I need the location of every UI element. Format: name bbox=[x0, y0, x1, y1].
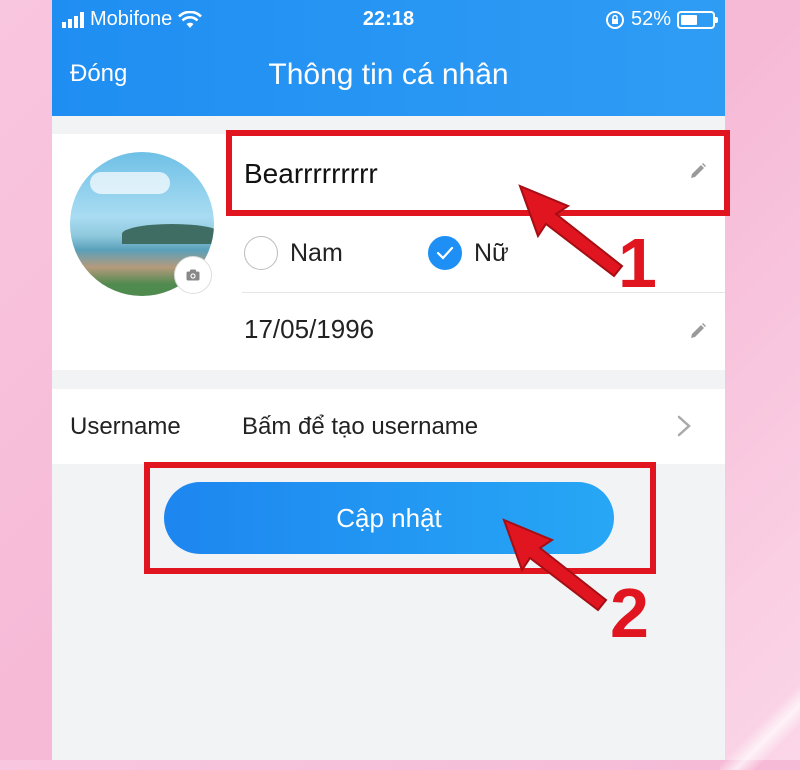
avatar-cloud bbox=[90, 172, 170, 194]
highlight-box-name bbox=[226, 130, 730, 216]
date-of-birth-row[interactable]: 17/05/1996 bbox=[242, 292, 725, 370]
rotation-lock-icon bbox=[605, 10, 624, 29]
app-header: Mobifone 22:18 52% Đóng Thông tin cá nhâ… bbox=[52, 0, 725, 116]
gender-option-male[interactable]: Nam bbox=[244, 236, 343, 270]
checkmark-icon bbox=[436, 246, 454, 260]
page-title: Thông tin cá nhân bbox=[268, 58, 509, 91]
radio-unchecked-icon bbox=[244, 236, 278, 270]
annotation-arrow-1 bbox=[518, 184, 624, 278]
change-photo-button[interactable] bbox=[174, 256, 212, 294]
battery-icon bbox=[677, 10, 718, 29]
username-row[interactable]: Username Bấm để tạo username bbox=[52, 389, 725, 464]
gender-option-female[interactable]: Nữ bbox=[428, 236, 509, 270]
annotation-arrow-2 bbox=[502, 518, 608, 612]
chevron-right-icon bbox=[677, 415, 691, 437]
annotation-number-1: 1 bbox=[618, 224, 657, 302]
camera-icon bbox=[186, 269, 200, 281]
radio-checked-icon bbox=[428, 236, 462, 270]
username-value: Bấm để tạo username bbox=[242, 413, 479, 440]
username-label: Username bbox=[70, 413, 181, 440]
status-right: 52% bbox=[605, 8, 718, 31]
background-decoration bbox=[720, 680, 800, 770]
date-of-birth-value: 17/05/1996 bbox=[244, 314, 375, 344]
gender-label-female: Nữ bbox=[474, 238, 509, 267]
status-bar: Mobifone 22:18 52% bbox=[52, 0, 725, 38]
annotation-number-2: 2 bbox=[610, 574, 649, 652]
avatar-hill bbox=[122, 224, 214, 244]
edit-dob-pencil-icon bbox=[691, 323, 706, 338]
gender-label-male: Nam bbox=[290, 238, 343, 267]
battery-percent: 52% bbox=[630, 8, 671, 30]
